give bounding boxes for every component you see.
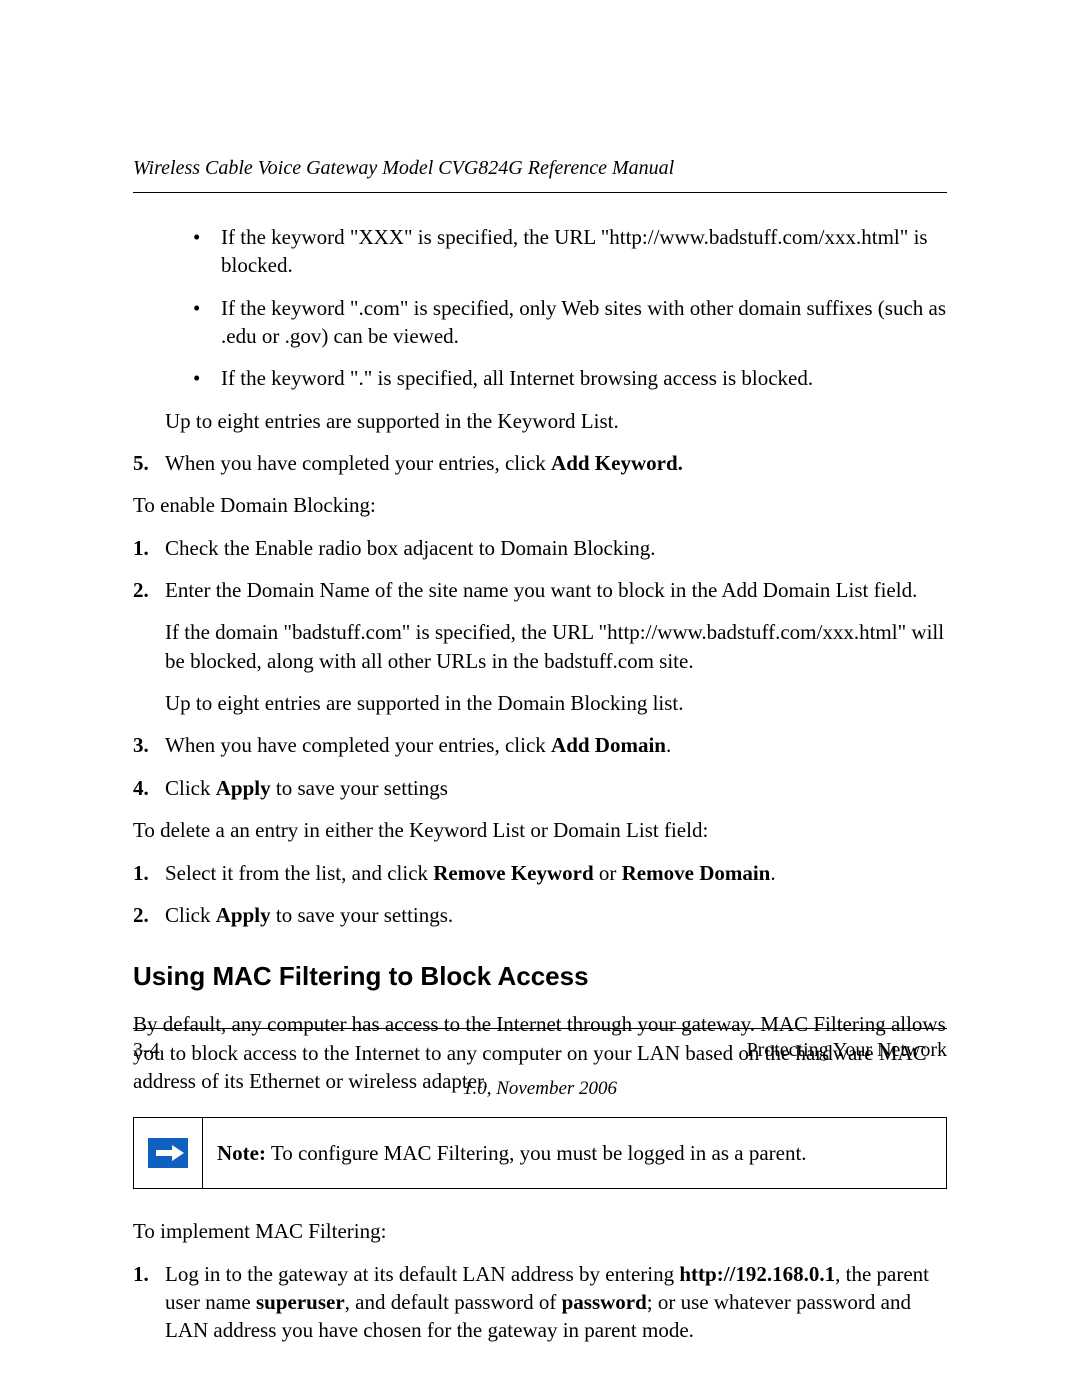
step-text-post: . — [770, 861, 775, 885]
step-number: 2. — [133, 576, 149, 604]
domain-blocking-steps: 1. Check the Enable radio box adjacent t… — [133, 534, 947, 802]
footer-line: 3-4 Protecting Your Network — [133, 1028, 947, 1064]
bullet-item: If the keyword "." is specified, all Int… — [193, 364, 947, 392]
remove-keyword-bold: Remove Keyword — [433, 861, 593, 885]
step-text: When you have completed your entries, cl… — [165, 733, 551, 757]
step-text: Click — [165, 776, 216, 800]
step-number: 5. — [133, 449, 149, 477]
step-text-3: , and default password of — [345, 1290, 562, 1314]
delete-entry-intro: To delete a an entry in either the Keywo… — [133, 816, 947, 844]
step-text-post: to save your settings — [271, 776, 448, 800]
running-header: Wireless Cable Voice Gateway Model CVG82… — [133, 155, 947, 193]
note-label: Note: — [217, 1141, 266, 1165]
list-item: 5. When you have completed your entries,… — [133, 449, 947, 477]
section-heading-mac-filtering: Using MAC Filtering to Block Access — [133, 959, 947, 994]
page-footer: 3-4 Protecting Your Network 1.0, Novembe… — [133, 1028, 947, 1102]
remove-domain-bold: Remove Domain — [622, 861, 771, 885]
list-item: 1. Check the Enable radio box adjacent t… — [133, 534, 947, 562]
step-number: 4. — [133, 774, 149, 802]
apply-bold: Apply — [216, 776, 271, 800]
default-lan-bold: http://192.168.0.1 — [679, 1262, 835, 1286]
add-keyword-bold: Add Keyword. — [551, 451, 683, 475]
step-number: 1. — [133, 1260, 149, 1288]
keyword-list-limit: Up to eight entries are supported in the… — [165, 407, 947, 435]
apply-bold: Apply — [216, 903, 271, 927]
list-item: 1. Select it from the list, and click Re… — [133, 859, 947, 887]
domain-blocking-intro: To enable Domain Blocking: — [133, 491, 947, 519]
step-text: Log in to the gateway at its default LAN… — [165, 1262, 679, 1286]
step-text-post: . — [666, 733, 671, 757]
keyword-examples-list: If the keyword "XXX" is specified, the U… — [193, 223, 947, 393]
step-5-list: 5. When you have completed your entries,… — [133, 449, 947, 477]
step-text-mid: or — [594, 861, 622, 885]
step-number: 3. — [133, 731, 149, 759]
list-item: 3. When you have completed your entries,… — [133, 731, 947, 759]
password-bold: password — [562, 1290, 647, 1314]
step-text: When you have completed your entries, cl… — [165, 451, 551, 475]
add-domain-bold: Add Domain — [551, 733, 666, 757]
step-sub-text: Up to eight entries are supported in the… — [165, 689, 947, 717]
list-item: 2. Enter the Domain Name of the site nam… — [133, 576, 947, 717]
implement-mac-steps: 1. Log in to the gateway at its default … — [133, 1260, 947, 1345]
step-text: Enter the Domain Name of the site name y… — [165, 578, 917, 602]
doc-version: 1.0, November 2006 — [133, 1076, 947, 1102]
step-number: 1. — [133, 534, 149, 562]
chapter-title: Protecting Your Network — [746, 1037, 947, 1064]
list-item: 1. Log in to the gateway at its default … — [133, 1260, 947, 1345]
implement-mac-intro: To implement MAC Filtering: — [133, 1217, 947, 1245]
bullet-item: If the keyword "XXX" is specified, the U… — [193, 223, 947, 280]
step-text: Select it from the list, and click — [165, 861, 433, 885]
note-icon-cell — [134, 1118, 203, 1188]
note-box: Note: To configure MAC Filtering, you mu… — [133, 1117, 947, 1189]
list-item: 2. Click Apply to save your settings. — [133, 901, 947, 929]
step-sub-text: If the domain "badstuff.com" is specifie… — [165, 618, 947, 675]
page-number: 3-4 — [133, 1037, 160, 1064]
list-item: 4. Click Apply to save your settings — [133, 774, 947, 802]
step-text: Click — [165, 903, 216, 927]
delete-entry-steps: 1. Select it from the list, and click Re… — [133, 859, 947, 930]
bullet-item: If the keyword ".com" is specified, only… — [193, 294, 947, 351]
note-body: To configure MAC Filtering, you must be … — [266, 1141, 807, 1165]
step-number: 1. — [133, 859, 149, 887]
page: Wireless Cable Voice Gateway Model CVG82… — [0, 0, 1080, 1397]
step-text-post: to save your settings. — [271, 903, 454, 927]
superuser-bold: superuser — [256, 1290, 345, 1314]
step-text: Check the Enable radio box adjacent to D… — [165, 536, 655, 560]
step-number: 2. — [133, 901, 149, 929]
arrow-right-icon — [148, 1138, 188, 1168]
note-text: Note: To configure MAC Filtering, you mu… — [203, 1118, 946, 1188]
